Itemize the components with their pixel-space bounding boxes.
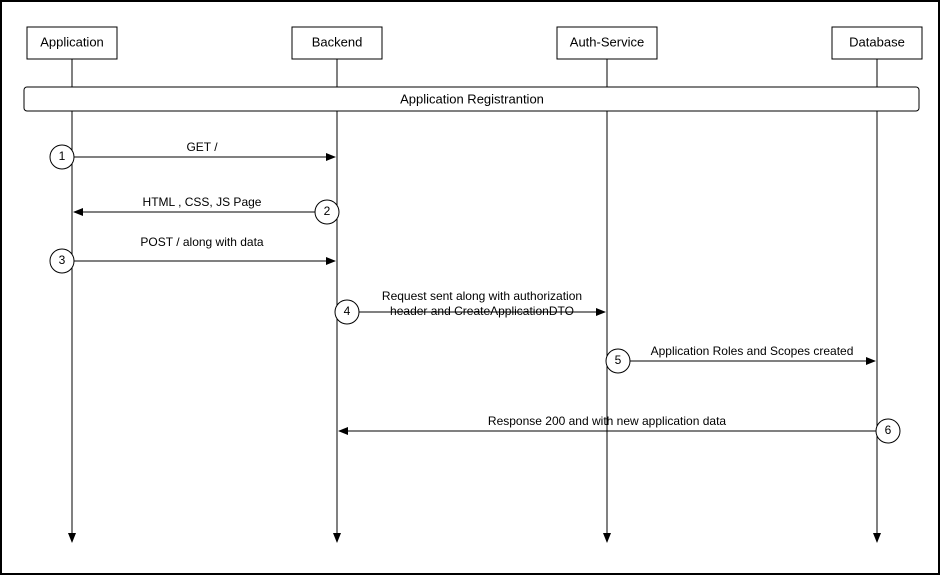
step-number: 3 bbox=[59, 253, 66, 267]
step-number: 4 bbox=[344, 304, 351, 318]
message-label: POST / along with data bbox=[140, 235, 264, 249]
participant-label: Database bbox=[849, 34, 905, 49]
step-number: 2 bbox=[324, 204, 331, 218]
banner-label: Application Registrantion bbox=[400, 91, 544, 106]
message-label-line1: Request sent along with authorization bbox=[382, 289, 582, 303]
message-3: 3 POST / along with data bbox=[50, 235, 335, 273]
banner-application-registration: Application Registrantion bbox=[24, 87, 919, 111]
participant-auth-service: Auth-Service bbox=[557, 27, 657, 59]
message-2: 2 HTML , CSS, JS Page bbox=[74, 195, 339, 224]
sequence-diagram-svg: Application Backend Auth-Service Databas… bbox=[2, 2, 938, 573]
participant-application: Application bbox=[27, 27, 117, 59]
message-1: 1 GET / bbox=[50, 140, 335, 169]
message-5: 5 Application Roles and Scopes created bbox=[606, 344, 875, 373]
message-6: 6 Response 200 and with new application … bbox=[339, 414, 900, 443]
participant-label: Backend bbox=[312, 34, 363, 49]
message-label: GET / bbox=[186, 140, 218, 154]
diagram-frame: Application Backend Auth-Service Databas… bbox=[0, 0, 940, 575]
step-number: 1 bbox=[59, 149, 66, 163]
step-number: 6 bbox=[885, 423, 892, 437]
message-label: HTML , CSS, JS Page bbox=[143, 195, 262, 209]
message-label: Application Roles and Scopes created bbox=[651, 344, 854, 358]
message-label-line2: header and CreateApplicationDTO bbox=[390, 304, 574, 318]
participant-label: Auth-Service bbox=[570, 34, 644, 49]
step-number: 5 bbox=[615, 353, 622, 367]
participant-label: Application bbox=[40, 34, 104, 49]
message-label: Response 200 and with new application da… bbox=[488, 414, 726, 428]
participant-backend: Backend bbox=[292, 27, 382, 59]
message-4: 4 Request sent along with authorization … bbox=[335, 289, 605, 324]
participant-database: Database bbox=[832, 27, 922, 59]
